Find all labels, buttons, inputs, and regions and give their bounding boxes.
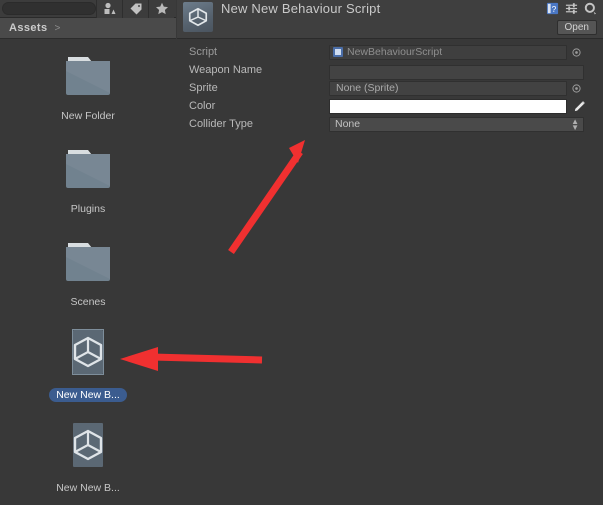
asset-item-script-selected[interactable]: New New B... bbox=[0, 328, 176, 421]
asset-label: New New B... bbox=[49, 388, 127, 402]
project-toolbar bbox=[0, 0, 176, 18]
asset-item-new-folder[interactable]: New Folder bbox=[0, 49, 176, 142]
property-row-color: Color bbox=[177, 98, 603, 114]
property-row-weapon-name: Weapon Name bbox=[177, 62, 603, 80]
svg-text:?: ? bbox=[552, 4, 557, 14]
unity-script-icon bbox=[56, 328, 120, 384]
open-button[interactable]: Open bbox=[556, 20, 597, 35]
weapon-name-input[interactable] bbox=[329, 65, 584, 80]
property-label: Script bbox=[189, 46, 218, 58]
property-row-collider-type: Collider Type None ▲ ▼ bbox=[177, 116, 603, 132]
gear-icon[interactable] bbox=[584, 2, 597, 20]
sprite-field-value: None (Sprite) bbox=[336, 82, 399, 94]
color-swatch[interactable] bbox=[329, 98, 567, 114]
favorites-icon[interactable] bbox=[148, 0, 174, 18]
inspector-header: New New Behaviour Script ? Open bbox=[177, 0, 603, 39]
page-title: New New Behaviour Script bbox=[221, 1, 381, 16]
property-row-sprite: Sprite None (Sprite) bbox=[177, 80, 603, 96]
help-icon[interactable]: ? bbox=[546, 2, 559, 20]
csharp-script-icon bbox=[333, 47, 343, 57]
sprite-object-field[interactable]: None (Sprite) bbox=[329, 80, 583, 96]
project-browser-panel: Assets > New Folder Plugins Scenes New N… bbox=[0, 0, 176, 505]
asset-label: Plugins bbox=[70, 203, 106, 215]
updown-arrows-icon: ▲ ▼ bbox=[571, 116, 579, 132]
unity-script-icon bbox=[56, 421, 120, 477]
property-label: Color bbox=[189, 100, 216, 112]
type-filter-icon[interactable] bbox=[96, 0, 122, 18]
script-object-field[interactable]: NewBehaviourScript bbox=[329, 44, 583, 60]
label-filter-icon[interactable] bbox=[122, 0, 148, 18]
object-picker-icon[interactable] bbox=[570, 81, 583, 96]
asset-item-plugins[interactable]: Plugins bbox=[0, 142, 176, 235]
property-label: Weapon Name bbox=[189, 64, 263, 76]
header-icon-group: ? bbox=[546, 2, 597, 20]
asset-item-scenes[interactable]: Scenes bbox=[0, 235, 176, 328]
chevron-right-icon: > bbox=[54, 22, 61, 34]
unity-editor-window: Assets > New Folder Plugins Scenes New N… bbox=[0, 0, 603, 505]
breadcrumb[interactable]: Assets > bbox=[0, 18, 176, 39]
unity-script-icon bbox=[183, 2, 213, 32]
eyedropper-icon[interactable] bbox=[571, 99, 587, 114]
folder-icon bbox=[56, 49, 120, 105]
folder-icon bbox=[56, 235, 120, 291]
search-input[interactable] bbox=[2, 2, 96, 15]
folder-icon bbox=[56, 142, 120, 198]
object-picker-icon[interactable] bbox=[570, 45, 583, 60]
inspector-panel: New New Behaviour Script ? Open Script N… bbox=[177, 0, 603, 505]
property-list: Script NewBehaviourScript Weapon Name Sp… bbox=[177, 44, 603, 134]
collider-type-dropdown[interactable]: None ▲ ▼ bbox=[329, 116, 584, 132]
property-row-script: Script NewBehaviourScript bbox=[177, 44, 603, 60]
collider-type-value: None bbox=[335, 118, 361, 130]
breadcrumb-label: Assets bbox=[9, 22, 48, 34]
asset-label: Scenes bbox=[70, 296, 106, 308]
property-label: Sprite bbox=[189, 82, 218, 94]
preset-icon[interactable] bbox=[565, 2, 578, 20]
asset-item-script[interactable]: New New B... bbox=[0, 421, 176, 505]
asset-label: New New B... bbox=[56, 482, 120, 494]
asset-grid: New Folder Plugins Scenes New New B... N… bbox=[0, 39, 176, 505]
asset-label: New Folder bbox=[61, 110, 115, 122]
script-field-value: NewBehaviourScript bbox=[347, 46, 443, 58]
property-label: Collider Type bbox=[189, 118, 253, 130]
